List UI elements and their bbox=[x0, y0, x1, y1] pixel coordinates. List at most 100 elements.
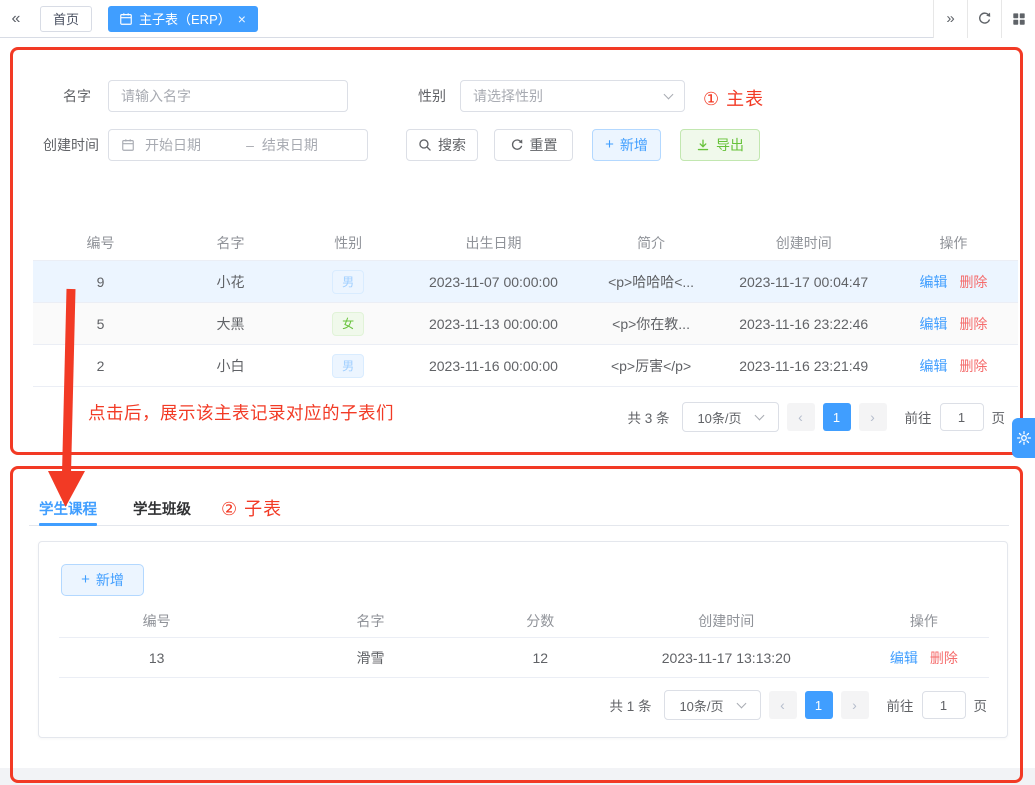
tab-master-child-label: 主子表（ERP） bbox=[139, 12, 231, 27]
cell-intro: <p>你在教... bbox=[612, 315, 690, 332]
cell-intro: <p>厉害</p> bbox=[610, 357, 692, 374]
cell-birth: 2023-11-13 00:00:00 bbox=[428, 315, 558, 332]
expand-tabs-icon[interactable]: » bbox=[933, 0, 967, 38]
table-row[interactable]: 13 滑雪 12 2023-11-17 13:13:20 编辑 删除 bbox=[59, 638, 989, 678]
sub-table-card: + 新增 编号 名字 分数 创建时间 操作 13 滑雪 12 2023-11-1… bbox=[38, 541, 1008, 738]
tab-student-class[interactable]: 学生班级 bbox=[133, 498, 191, 519]
sub-pagination: 共 1 条 10条/页 ‹ 1 › 前往 页 bbox=[609, 690, 987, 720]
sub-table: 编号 名字 分数 创建时间 操作 13 滑雪 12 2023-11-17 13:… bbox=[59, 604, 989, 678]
col-header: 名字 bbox=[356, 612, 385, 629]
table-row[interactable]: 2 小白 男 2023-11-16 00:00:00 <p>厉害</p> 202… bbox=[33, 345, 1018, 387]
delete-link[interactable]: 删除 bbox=[959, 358, 987, 374]
active-tab-underline bbox=[39, 523, 97, 526]
collapse-sidebar-icon[interactable]: « bbox=[0, 10, 32, 28]
master-pagination: 共 3 条 10条/页 ‹ 1 › 前往 页 bbox=[627, 402, 1005, 432]
reset-button-label: 重置 bbox=[529, 137, 558, 153]
total-count: 共 3 条 bbox=[627, 411, 670, 426]
table-row[interactable]: 5 大黑 女 2023-11-13 00:00:00 <p>你在教... 202… bbox=[33, 303, 1018, 345]
col-header: 创建时间 bbox=[775, 234, 832, 251]
delete-link[interactable]: 删除 bbox=[959, 274, 987, 290]
cell-name: 小花 bbox=[216, 273, 245, 290]
name-input[interactable]: 请输入名字 bbox=[108, 80, 348, 112]
add-button-label: 新增 bbox=[619, 137, 648, 153]
page-size-value: 10条/页 bbox=[697, 410, 742, 426]
cell-created: 2023-11-16 23:21:49 bbox=[739, 357, 869, 374]
page-number-button[interactable]: 1 bbox=[804, 691, 833, 719]
delete-link[interactable]: 删除 bbox=[959, 316, 987, 332]
chevron-down-icon bbox=[754, 410, 764, 420]
date-end-placeholder: 结束日期 bbox=[261, 137, 318, 153]
col-header: 分数 bbox=[526, 612, 555, 629]
gender-select-placeholder: 请选择性别 bbox=[473, 88, 543, 104]
cell-created: 2023-11-17 00:04:47 bbox=[739, 273, 869, 290]
refresh-icon[interactable] bbox=[967, 0, 1001, 38]
reset-button[interactable]: 重置 bbox=[494, 129, 573, 161]
sub-add-button[interactable]: + 新增 bbox=[61, 564, 144, 596]
tab-home-label: 首页 bbox=[53, 12, 80, 27]
gender-select[interactable]: 请选择性别 bbox=[460, 80, 685, 112]
search-icon bbox=[418, 138, 432, 152]
chevron-down-icon bbox=[663, 89, 674, 99]
table-row[interactable]: 9 小花 男 2023-11-07 00:00:00 <p>哈哈哈<... 20… bbox=[33, 261, 1018, 303]
tab-home[interactable]: 首页 bbox=[40, 5, 93, 32]
cell-birth: 2023-11-07 00:00:00 bbox=[428, 273, 558, 290]
close-icon[interactable]: × bbox=[237, 12, 247, 26]
gender-label: 性别 bbox=[418, 88, 446, 104]
sub-section-outline: 学生课程 学生班级 ② 子表 + 新增 编号 名字 分数 创建时间 操作 13 … bbox=[10, 466, 1023, 783]
tab-master-child-erp[interactable]: 主子表（ERP） × bbox=[108, 5, 258, 32]
chevron-down-icon bbox=[736, 698, 746, 708]
plus-icon: + bbox=[605, 136, 614, 153]
gender-tag: 女 bbox=[332, 311, 365, 336]
edit-link[interactable]: 编辑 bbox=[890, 650, 918, 666]
cell-score: 12 bbox=[532, 649, 549, 666]
gear-icon bbox=[1016, 430, 1032, 446]
prev-page-button[interactable]: ‹ bbox=[786, 403, 815, 431]
prev-page-button[interactable]: ‹ bbox=[768, 691, 797, 719]
tabs-divider bbox=[29, 525, 1009, 526]
created-time-label: 创建时间 bbox=[43, 137, 99, 153]
click-hint-note: 点击后，展示该主表记录对应的子表们 bbox=[88, 403, 394, 423]
layout-grid-icon[interactable] bbox=[1001, 0, 1035, 38]
search-button[interactable]: 搜索 bbox=[406, 129, 478, 161]
edit-link[interactable]: 编辑 bbox=[919, 316, 947, 332]
calendar-icon bbox=[121, 138, 135, 152]
tab-student-course[interactable]: 学生课程 bbox=[39, 498, 97, 519]
next-page-button[interactable]: › bbox=[858, 403, 887, 431]
sub-annotation: ② 子表 bbox=[221, 499, 283, 519]
next-page-button[interactable]: › bbox=[840, 691, 869, 719]
col-header: 操作 bbox=[909, 612, 938, 629]
cell-birth: 2023-11-16 00:00:00 bbox=[428, 357, 558, 374]
page-number-button[interactable]: 1 bbox=[822, 403, 851, 431]
add-button[interactable]: + 新增 bbox=[592, 129, 661, 161]
settings-gear-button[interactable] bbox=[1012, 418, 1035, 458]
cell-id: 9 bbox=[96, 273, 105, 290]
page-size-value: 10条/页 bbox=[679, 698, 724, 714]
export-button[interactable]: 导出 bbox=[680, 129, 760, 161]
edit-link[interactable]: 编辑 bbox=[919, 274, 947, 290]
goto-page-input[interactable] bbox=[939, 403, 984, 431]
cell-name: 大黑 bbox=[216, 315, 245, 332]
col-header: 出生日期 bbox=[465, 234, 522, 251]
cell-name: 滑雪 bbox=[356, 649, 385, 666]
master-section-outline: 名字 请输入名字 性别 请选择性别 ① 主表 创建时间 开始日期 – 结束日期 … bbox=[10, 47, 1023, 455]
cell-id: 2 bbox=[96, 357, 105, 374]
page-unit-label: 页 bbox=[991, 411, 1006, 426]
name-input-placeholder: 请输入名字 bbox=[121, 88, 191, 104]
page-size-select[interactable]: 10条/页 bbox=[681, 402, 779, 432]
cell-id: 13 bbox=[148, 649, 165, 666]
cell-intro: <p>哈哈哈<... bbox=[608, 273, 695, 290]
calendar-icon bbox=[119, 12, 133, 26]
tags-view-bar: « 首页 主子表（ERP） × » bbox=[0, 0, 1035, 38]
date-start-placeholder: 开始日期 bbox=[145, 137, 201, 153]
name-label: 名字 bbox=[63, 88, 91, 104]
total-count: 共 1 条 bbox=[609, 699, 652, 714]
edit-link[interactable]: 编辑 bbox=[919, 358, 947, 374]
page-size-select[interactable]: 10条/页 bbox=[663, 690, 761, 720]
plus-icon: + bbox=[81, 571, 90, 588]
goto-page-input[interactable] bbox=[921, 691, 966, 719]
col-header: 编号 bbox=[86, 234, 115, 251]
gender-tag: 男 bbox=[332, 353, 365, 378]
date-range-input[interactable]: 开始日期 – 结束日期 bbox=[108, 129, 368, 161]
date-range-separator: – bbox=[246, 137, 254, 153]
delete-link[interactable]: 删除 bbox=[930, 650, 958, 666]
